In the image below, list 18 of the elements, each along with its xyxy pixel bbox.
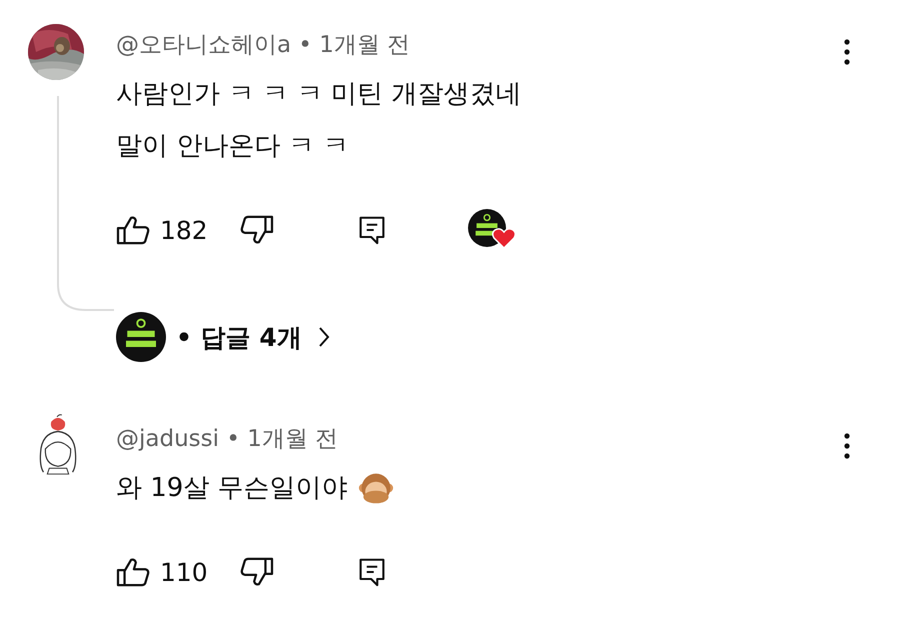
channel-avatar-icon [116,312,166,362]
thumbs-down-icon[interactable] [240,557,274,587]
thumbs-up-icon[interactable] [116,557,150,587]
comment-text: 말이 안나온다 ㅋ ㅋ [116,130,349,163]
replies-link[interactable]: • 답글 4개 [176,320,302,354]
reply-icon[interactable] [358,214,386,246]
comment-meta: @jadussi • 1개월 전 [116,424,338,454]
thumbs-up-icon[interactable] [116,215,150,245]
comment-meta: @오타니쇼헤이a • 1개월 전 [116,30,410,60]
more-options-icon[interactable] [844,39,850,65]
reply-icon[interactable] [358,556,386,588]
chevron-right-icon[interactable] [318,326,330,348]
like-count: 182 [160,216,209,244]
like-count: 110 [160,558,209,586]
comment-text: 사람인가 ㅋ ㅋ ㅋ 미틴 개잘생겼네 [116,78,522,111]
comment-text: 와 19살 무슨일이야 [116,472,348,505]
more-options-icon[interactable] [844,433,850,459]
thumbs-down-icon[interactable] [240,215,274,245]
